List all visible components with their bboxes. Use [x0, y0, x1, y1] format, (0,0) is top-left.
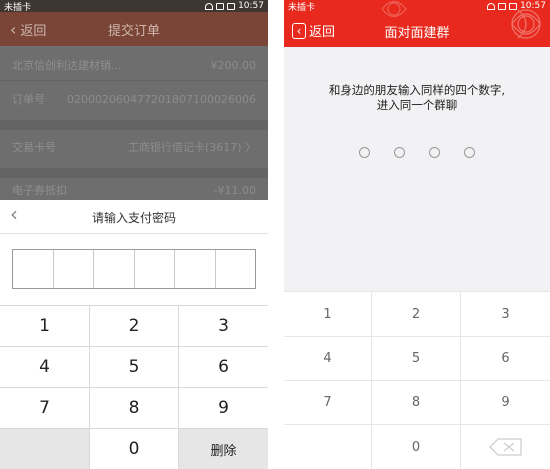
order-header: ‹ 返回 提交订单: [0, 12, 268, 46]
key-8[interactable]: 8: [372, 381, 461, 425]
wifi-icon: [487, 2, 496, 10]
password-digit-cell: [135, 250, 175, 288]
digit-slot: [429, 147, 440, 158]
order-row-value: ¥200.00: [210, 58, 257, 72]
key-2[interactable]: 2: [90, 306, 179, 347]
section-gap: [0, 120, 268, 130]
digit-slot: [394, 147, 405, 158]
key-blank: [0, 429, 90, 469]
instruction-line: 进入同一个群聊: [376, 98, 458, 112]
key-1[interactable]: 1: [0, 306, 90, 347]
divider: [0, 80, 268, 81]
signal-icon: [498, 2, 507, 10]
battery-icon: [509, 2, 518, 10]
order-row-merchant: 北京信创利达建材销... ¥200.00: [0, 50, 268, 80]
order-row-number: 订单号 020002060477201807100026006: [0, 84, 268, 114]
key-5[interactable]: 5: [90, 347, 179, 388]
carrier-text: 未插卡: [288, 2, 316, 13]
order-row-label: 北京信创利达建材销...: [12, 59, 122, 72]
signal-icon: [216, 2, 225, 10]
battery-icon: [227, 2, 236, 10]
left-phone-screen: 未插卡 10:57 ‹ 返回 提交订单 北京信创利达建材销... ¥200.00…: [0, 0, 268, 469]
key-5[interactable]: 5: [372, 337, 461, 381]
status-icons: [487, 2, 518, 10]
key-0[interactable]: 0: [372, 425, 461, 469]
key-7[interactable]: 7: [284, 381, 372, 425]
carrier-text: 未插卡: [4, 2, 32, 13]
password-panel-header: ‹ 请输入支付密码: [0, 200, 268, 234]
key-blank: [284, 425, 372, 469]
key-9[interactable]: 9: [461, 381, 550, 425]
status-bar: 未插卡 10:57: [0, 0, 268, 13]
key-3[interactable]: 3: [461, 292, 550, 337]
order-screen-dimmed: 未插卡 10:57 ‹ 返回 提交订单 北京信创利达建材销... ¥200.00…: [0, 0, 268, 200]
password-input[interactable]: [12, 249, 256, 289]
key-6[interactable]: 6: [461, 337, 550, 381]
order-row-label: 订单号: [12, 93, 45, 106]
key-0[interactable]: 0: [90, 429, 179, 469]
code-digit-slots: [284, 147, 550, 158]
numeric-keypad: 1 2 3 4 5 6 7 8 9 0 删除: [0, 305, 268, 469]
password-digit-cell: [175, 250, 216, 288]
key-4[interactable]: 4: [284, 337, 372, 381]
group-header: 未插卡 10:57 ‹ 返回 面对面建群: [284, 0, 550, 47]
key-2[interactable]: 2: [372, 292, 461, 337]
key-3[interactable]: 3: [179, 306, 268, 347]
key-9[interactable]: 9: [179, 388, 268, 429]
order-row-value: 020002060477201807100026006: [67, 92, 256, 106]
password-panel-title: 请输入支付密码: [91, 211, 176, 225]
delete-key[interactable]: 删除: [179, 429, 268, 469]
instruction-text: 和身边的朋友输入同样的四个数字, 进入同一个群聊: [284, 83, 550, 113]
order-details: 北京信创利达建材销... ¥200.00 订单号 020002060477201…: [0, 46, 268, 200]
digit-slot: [464, 147, 475, 158]
status-icons: [205, 2, 236, 10]
status-bar: 未插卡 10:57: [284, 0, 550, 13]
section-gap: [0, 168, 268, 178]
order-row-value: 工商银行借记卡(3617) 〉: [127, 141, 256, 154]
backspace-icon: [488, 438, 523, 456]
clock-text: 10:57: [520, 1, 546, 11]
page-title: 提交订单: [107, 23, 160, 39]
password-digit-cell: [54, 250, 94, 288]
key-6[interactable]: 6: [179, 347, 268, 388]
order-row-card[interactable]: 交易卡号 工商银行借记卡(3617) 〉: [0, 132, 268, 162]
instruction-line: 和身边的朋友输入同样的四个数字,: [328, 83, 506, 97]
backspace-key[interactable]: [461, 425, 550, 469]
right-phone-screen: 未插卡 10:57 ‹ 返回 面对面建群 和身边的朋友输入同样的四个数字, 进入…: [284, 0, 550, 469]
numeric-keypad: 1 2 3 4 5 6 7 8 9 0: [284, 291, 550, 469]
order-row-label: 交易卡号: [12, 141, 56, 154]
key-4[interactable]: 4: [0, 347, 90, 388]
order-row-coupon: 电子券抵扣 -¥11.00: [0, 180, 268, 200]
key-7[interactable]: 7: [0, 388, 90, 429]
order-row-label: 电子券抵扣: [12, 184, 67, 197]
password-digit-cell: [216, 250, 256, 288]
password-digit-cell: [13, 250, 54, 288]
page-title: 面对面建群: [384, 26, 450, 41]
order-row-value: -¥11.00: [213, 183, 256, 197]
key-1[interactable]: 1: [284, 292, 372, 337]
password-digit-cell: [94, 250, 135, 288]
key-8[interactable]: 8: [90, 388, 179, 429]
digit-slot: [359, 147, 370, 158]
payment-password-panel: ‹ 请输入支付密码 1 2 3 4 5 6 7 8 9 0 删除: [0, 200, 268, 469]
clock-text: 10:57: [238, 1, 264, 11]
wifi-icon: [205, 2, 214, 10]
